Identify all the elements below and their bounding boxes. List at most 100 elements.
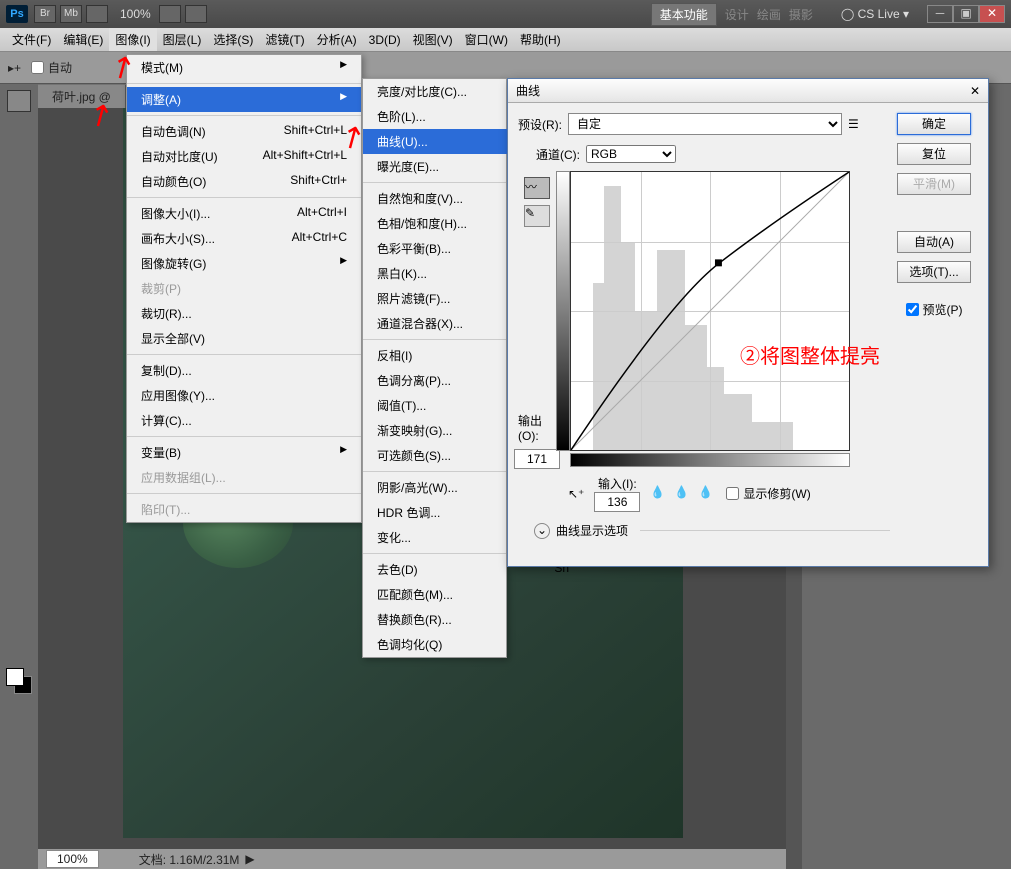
menu-help[interactable]: 帮助(H) [514,28,567,51]
dialog-titlebar[interactable]: 曲线 ✕ [508,79,988,103]
menu-3d[interactable]: 3D(D) [363,30,407,50]
heal-tool[interactable] [7,246,31,268]
cs-live[interactable]: ◯ CS Live ▾ [841,7,909,21]
expand-options-icon[interactable]: ⌄ [534,523,550,539]
auto-button[interactable]: 自动(A) [897,231,971,253]
eyedropper-gray-icon[interactable]: 💧 [674,485,692,503]
show-clipping-checkbox[interactable] [726,487,739,500]
mi-applyimage[interactable]: 应用图像(Y)... [127,383,361,408]
eyedropper-tool[interactable] [7,220,31,242]
mi-variables[interactable]: 变量(B) [127,440,361,465]
workspace-essentials[interactable]: 基本功能 [651,3,717,26]
auto-checkbox[interactable] [31,61,44,74]
dodge-tool[interactable] [7,428,31,450]
stamp-tool[interactable] [7,298,31,320]
curve-line [571,172,849,450]
smooth-button[interactable]: 平滑(M) [897,173,971,195]
marquee-tool[interactable] [7,116,31,138]
dialog-title: 曲线 [516,82,540,99]
status-bar: 100% 文档: 1.16M/2.31M ▶ [38,849,786,869]
mi-imagesize[interactable]: 图像大小(I)...Alt+Ctrl+I [127,201,361,226]
mi-equalize[interactable]: 色调均化(Q) [363,632,583,657]
menu-filter[interactable]: 滤镜(T) [259,28,310,51]
hand-tool-icon[interactable]: ↖⁺ [568,487,584,501]
arrange-button[interactable] [159,5,181,23]
color-swatch[interactable] [6,668,32,694]
eyedropper-black-icon[interactable]: 💧 [650,485,668,503]
channel-select[interactable]: RGB [586,145,676,163]
preset-menu-icon[interactable]: ☰ [848,117,859,131]
mi-canvassize[interactable]: 画布大小(S)...Alt+Ctrl+C [127,226,361,251]
ps-logo-icon: Ps [6,5,28,23]
gradient-tool[interactable] [7,376,31,398]
menu-layer[interactable]: 图层(L) [157,28,208,51]
mi-reveal[interactable]: 显示全部(V) [127,326,361,351]
hand-tool[interactable] [7,610,31,632]
workspace-design[interactable]: 设计 [725,6,749,23]
brush-tool[interactable] [7,272,31,294]
type-tool[interactable] [7,480,31,502]
output-gradient [556,171,570,451]
zoom-tool[interactable] [7,636,31,658]
mi-trim[interactable]: 裁切(R)... [127,301,361,326]
menu-view[interactable]: 视图(V) [407,28,459,51]
eyedropper-white-icon[interactable]: 💧 [698,485,716,503]
minimize-button[interactable]: ─ [927,5,953,23]
lasso-tool[interactable] [7,142,31,164]
wand-tool[interactable] [7,168,31,190]
image-menu-dropdown: 模式(M) 调整(A) 自动色调(N)Shift+Ctrl+L 自动对比度(U)… [126,54,362,523]
mi-duplicate[interactable]: 复制(D)... [127,358,361,383]
menu-analyze[interactable]: 分析(A) [311,28,363,51]
title-bar: Ps Br Mb 100% 基本功能 设计 绘画 摄影 ◯ CS Live ▾ … [0,0,1011,28]
3d-tool[interactable] [7,558,31,580]
dialog-close-icon[interactable]: ✕ [970,84,980,98]
zoom-level[interactable]: 100% [120,7,151,21]
menu-select[interactable]: 选择(S) [207,28,259,51]
br-button[interactable]: Br [34,5,56,23]
extras-button[interactable] [185,5,207,23]
curve-tool-point[interactable]: 〰 [524,177,550,199]
maximize-button[interactable]: ▣ [953,5,979,23]
mi-rotate[interactable]: 图像旋转(G) [127,251,361,276]
move-tool[interactable] [7,90,31,112]
path-tool[interactable] [7,506,31,528]
mi-autocontrast[interactable]: 自动对比度(U)Alt+Shift+Ctrl+L [127,144,361,169]
menu-edit[interactable]: 编辑(E) [57,28,109,51]
menu-window[interactable]: 窗口(W) [459,28,514,51]
cancel-button[interactable]: 复位 [897,143,971,165]
workspace-photo[interactable]: 摄影 [789,6,813,23]
output-label: 输出(O): [518,412,556,443]
mi-calculations[interactable]: 计算(C)... [127,408,361,433]
mi-mode[interactable]: 模式(M) [127,55,361,80]
crop-tool[interactable] [7,194,31,216]
curve-graph[interactable] [570,171,850,451]
options-button[interactable]: 选项(T)... [897,261,971,283]
document-tab[interactable]: 荷叶.jpg @ [38,85,126,108]
mb-button[interactable]: Mb [60,5,82,23]
output-value[interactable] [514,449,560,469]
ok-button[interactable]: 确定 [897,113,971,135]
curve-tool-pencil[interactable]: ✎ [524,205,550,227]
preset-select[interactable]: 自定 [568,113,842,135]
mi-adjustments[interactable]: 调整(A) [127,87,361,112]
shape-tool[interactable] [7,532,31,554]
pen-tool[interactable] [7,454,31,476]
preview-checkbox[interactable] [906,303,919,316]
input-value[interactable] [594,492,640,512]
history-brush-tool[interactable] [7,324,31,346]
mi-replacecolor[interactable]: 替换颜色(R)... [363,607,583,632]
mi-matchcolor[interactable]: 匹配颜色(M)... [363,582,583,607]
mi-autotone[interactable]: 自动色调(N)Shift+Ctrl+L [127,119,361,144]
menu-image[interactable]: 图像(I) [109,28,156,51]
menu-file[interactable]: 文件(F) [6,28,57,51]
mi-autocolor[interactable]: 自动颜色(O)Shift+Ctrl+ [127,169,361,194]
preset-label: 预设(R): [518,116,562,133]
eraser-tool[interactable] [7,350,31,372]
screen-mode-button[interactable] [86,5,108,23]
workspace-paint[interactable]: 绘画 [757,6,781,23]
blur-tool[interactable] [7,402,31,424]
camera-tool[interactable] [7,584,31,606]
menu-bar: 文件(F) 编辑(E) 图像(I) 图层(L) 选择(S) 滤镜(T) 分析(A… [0,28,1011,52]
close-button[interactable]: ✕ [979,5,1005,23]
status-zoom[interactable]: 100% [46,850,99,868]
